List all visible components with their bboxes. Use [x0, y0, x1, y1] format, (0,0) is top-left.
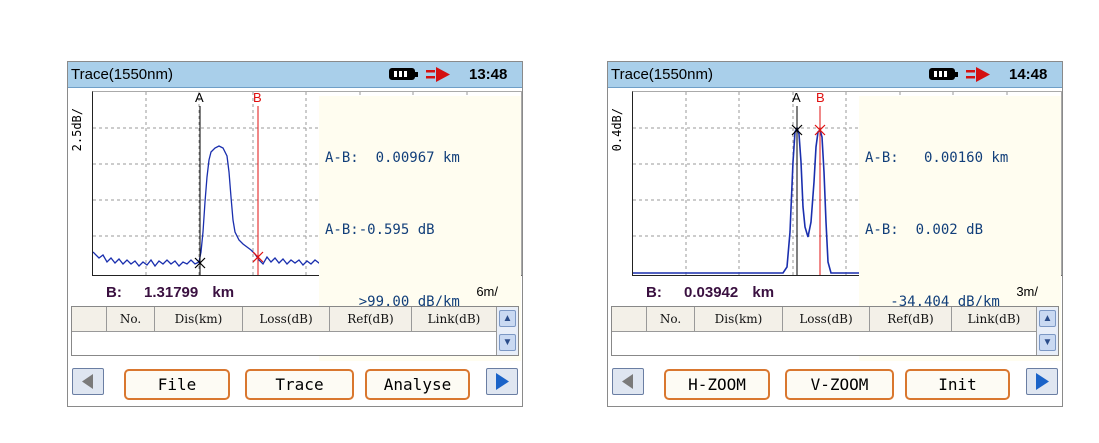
clock: 13:48	[469, 66, 508, 83]
cursor-b-position: B: 1.31799 km	[106, 284, 234, 301]
nav-left-button[interactable]	[612, 368, 644, 395]
col-loss: Loss(dB)	[783, 307, 870, 331]
battery-icon	[389, 68, 418, 80]
otdr-screen-1: Trace(1550nm) 13:48 2.5dB/ A B A-B: 0.00…	[67, 61, 523, 407]
nav-right-button[interactable]	[1026, 368, 1058, 395]
col-no: No.	[647, 307, 695, 331]
trace-button[interactable]: Trace	[245, 369, 354, 400]
power-arrow-icon	[426, 67, 450, 82]
scroll-up-icon[interactable]: ▲	[499, 310, 516, 327]
col-distance: Dis(km)	[695, 307, 783, 331]
cursor-position-row: B: 0.03942 km 3m/	[608, 281, 1062, 303]
cursor-b-value: 1.31799	[144, 284, 199, 301]
event-table-header: No. Dis(km) Loss(dB) Ref(dB) Link(dB)	[612, 307, 1036, 332]
marker-b-label: B	[816, 90, 825, 105]
readout-loss: A-B:-0.595 dB	[325, 222, 435, 238]
screen-title: Trace(1550nm)	[611, 66, 713, 83]
col-link: Link(dB)	[967, 312, 1021, 326]
col-ref: Ref(dB)	[870, 307, 952, 331]
battery-icon	[929, 68, 958, 80]
nav-left-button[interactable]	[72, 368, 104, 395]
marker-b-label: B	[253, 90, 262, 105]
col-no: No.	[107, 307, 155, 331]
marker-a-label: A	[195, 90, 204, 105]
init-button[interactable]: Init	[905, 369, 1010, 400]
cursor-b-label: B:	[646, 284, 662, 301]
event-table-header: No. Dis(km) Loss(dB) Ref(dB) Link(dB)	[72, 307, 496, 332]
h-zoom-button[interactable]: H-ZOOM	[664, 369, 770, 400]
file-button[interactable]: File	[124, 369, 230, 400]
nav-right-icon	[1036, 373, 1049, 390]
nav-right-button[interactable]	[486, 368, 518, 395]
col-link: Link(dB)	[427, 312, 481, 326]
plot-frame: A B A-B: 0.00160 km A-B: 0.002 dB -34.40…	[632, 90, 1062, 364]
cursor-position-row: B: 1.31799 km 6m/	[68, 281, 522, 303]
marker-a-label: A	[792, 90, 801, 105]
col-loss: Loss(dB)	[243, 307, 330, 331]
table-scrollbar[interactable]: ▲ ▼	[1036, 307, 1058, 355]
event-table[interactable]: No. Dis(km) Loss(dB) Ref(dB) Link(dB) ▲ …	[611, 306, 1059, 356]
col-ref: Ref(dB)	[330, 307, 412, 331]
readout-distance: A-B: 0.00967 km	[325, 150, 460, 166]
cursor-b-position: B: 0.03942 km	[646, 284, 774, 301]
nav-left-icon	[82, 374, 93, 389]
nav-right-icon	[496, 373, 509, 390]
cursor-b-unit: km	[212, 284, 235, 301]
cursor-b-unit: km	[752, 284, 775, 301]
cursor-b-label: B:	[106, 284, 122, 301]
y-scale-label: 2.5dB/	[70, 108, 84, 152]
title-bar: Trace(1550nm) 13:48	[68, 62, 522, 88]
otdr-screen-2: Trace(1550nm) 14:48 0.4dB/ A B A-B: 0.00…	[607, 61, 1063, 407]
v-zoom-button[interactable]: V-ZOOM	[785, 369, 894, 400]
col-distance: Dis(km)	[155, 307, 243, 331]
trace-plot: 2.5dB/ A B A-B: 0.00967 km A-B:-0.595 dB…	[68, 88, 522, 364]
table-scrollbar[interactable]: ▲ ▼	[496, 307, 518, 355]
plot-frame: A B A-B: 0.00967 km A-B:-0.595 dB >99.00…	[92, 90, 522, 364]
cursor-b-value: 0.03942	[684, 284, 739, 301]
analyse-button[interactable]: Analyse	[365, 369, 470, 400]
scroll-down-icon[interactable]: ▼	[499, 334, 516, 351]
soft-button-bar: File Trace Analyse	[68, 361, 522, 406]
power-arrow-icon	[966, 67, 990, 82]
title-bar: Trace(1550nm) 14:48	[608, 62, 1062, 88]
x-scale-label: 6m/	[476, 284, 498, 299]
nav-left-icon	[622, 374, 633, 389]
readout-distance: A-B: 0.00160 km	[865, 150, 1009, 166]
scroll-up-icon[interactable]: ▲	[1039, 310, 1056, 327]
clock: 14:48	[1009, 66, 1048, 83]
screen-title: Trace(1550nm)	[71, 66, 173, 83]
event-table[interactable]: No. Dis(km) Loss(dB) Ref(dB) Link(dB) ▲ …	[71, 306, 519, 356]
x-scale-label: 3m/	[1016, 284, 1038, 299]
trace-plot: 0.4dB/ A B A-B: 0.00160 km A-B: 0.002 dB…	[608, 88, 1062, 364]
readout-loss: A-B: 0.002 dB	[865, 222, 984, 238]
scroll-down-icon[interactable]: ▼	[1039, 334, 1056, 351]
y-scale-label: 0.4dB/	[610, 108, 624, 152]
soft-button-bar: H-ZOOM V-ZOOM Init	[608, 361, 1062, 406]
